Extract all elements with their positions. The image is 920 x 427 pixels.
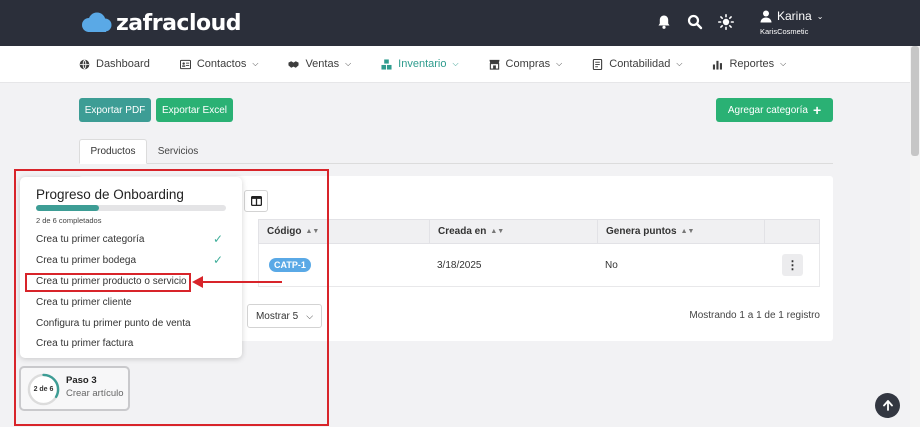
nav-reportes[interactable]: Reportes ⌵ — [712, 58, 786, 70]
column-header-creada-en[interactable]: Creada en ▲▼ — [429, 220, 597, 243]
user-icon — [760, 10, 772, 22]
table-row: CATP-1 3/18/2025 No ⋮ — [258, 244, 820, 287]
onboarding-step-widget[interactable]: 2 de 6 Paso 3 Crear artículo — [19, 366, 130, 411]
sun-icon[interactable] — [718, 14, 734, 30]
cell-genera-puntos: No — [605, 259, 618, 271]
tab-servicios[interactable]: Servicios — [151, 139, 205, 164]
sort-icon: ▲▼ — [680, 228, 695, 235]
store-icon — [489, 59, 500, 70]
bell-icon[interactable] — [656, 14, 672, 30]
column-header-genera-puntos[interactable]: Genera puntos ▲▼ — [597, 220, 764, 243]
nav-contabilidad[interactable]: Contabilidad ⌵ — [592, 58, 682, 70]
export-pdf-button[interactable]: Exportar PDF — [79, 98, 151, 122]
user-company: KarisCosmetic — [760, 27, 809, 36]
annotation-task-box — [25, 273, 191, 292]
content-tabs: Productos Servicios — [79, 139, 833, 164]
chevron-down-icon: ⌵ — [780, 59, 787, 68]
nav-compras[interactable]: Compras ⌵ — [489, 58, 563, 70]
step-ring-label: 2 de 6 — [33, 386, 54, 393]
globe-icon — [79, 59, 90, 69]
column-header-actions — [764, 220, 819, 243]
nav-inventario[interactable]: Inventario ⌵ — [381, 58, 459, 70]
ledger-icon — [593, 58, 603, 70]
brand-logo[interactable]: zafracloud — [80, 10, 242, 36]
bar-chart-icon — [713, 60, 723, 70]
arrow-up-icon — [882, 400, 893, 411]
chevron-down-icon: ⌵ — [556, 59, 563, 68]
annotation-arrow-icon — [192, 276, 282, 288]
user-menu[interactable]: Karina ⌄ KarisCosmetic — [760, 9, 823, 36]
kebab-icon: ⋮ — [786, 258, 799, 272]
records-count: Mostrando 1 a 1 de 1 registro — [689, 310, 820, 321]
scrollbar-thumb[interactable] — [911, 46, 919, 156]
sort-icon: ▲▼ — [490, 228, 505, 235]
row-actions-button[interactable]: ⋮ — [782, 254, 803, 276]
page-scrollbar[interactable] — [910, 46, 920, 427]
cloud-icon — [82, 12, 112, 32]
brand-name: zafracloud — [116, 10, 242, 36]
chevron-down-icon: ⌄ — [816, 11, 824, 21]
chevron-down-icon: ⌵ — [676, 59, 683, 68]
user-name: Karina — [777, 9, 812, 23]
handshake-icon — [288, 60, 299, 68]
search-icon[interactable] — [687, 14, 703, 30]
nav-ventas[interactable]: Ventas ⌵ — [288, 58, 351, 70]
table-header: Código ▲▼ Creada en ▲▼ Genera puntos ▲▼ — [258, 219, 820, 244]
main-nav: Dashboard Contactos ⌵ Ventas ⌵ Inventari… — [0, 46, 910, 83]
plus-icon: + — [812, 102, 822, 118]
scroll-top-button[interactable] — [875, 393, 900, 418]
add-category-label: Agregar categoría — [727, 104, 808, 116]
step-subtitle: Crear artículo — [66, 388, 124, 399]
chevron-down-icon: ⌵ — [345, 59, 352, 68]
id-card-icon — [179, 59, 191, 69]
boxes-icon — [381, 58, 392, 70]
add-category-button[interactable]: Agregar categoría + — [716, 98, 833, 122]
cell-creada-en: 3/18/2025 — [437, 259, 482, 271]
chevron-down-icon: ⌵ — [252, 59, 259, 68]
top-bar: zafracloud Karina ⌄ KarisCosmetic — [0, 0, 920, 46]
nav-dashboard[interactable]: Dashboard — [79, 58, 150, 70]
chevron-down-icon: ⌵ — [452, 59, 459, 68]
export-excel-button[interactable]: Exportar Excel — [156, 98, 233, 122]
tab-productos[interactable]: Productos — [79, 139, 147, 164]
nav-contactos[interactable]: Contactos ⌵ — [179, 58, 259, 70]
step-title: Paso 3 — [66, 375, 97, 386]
